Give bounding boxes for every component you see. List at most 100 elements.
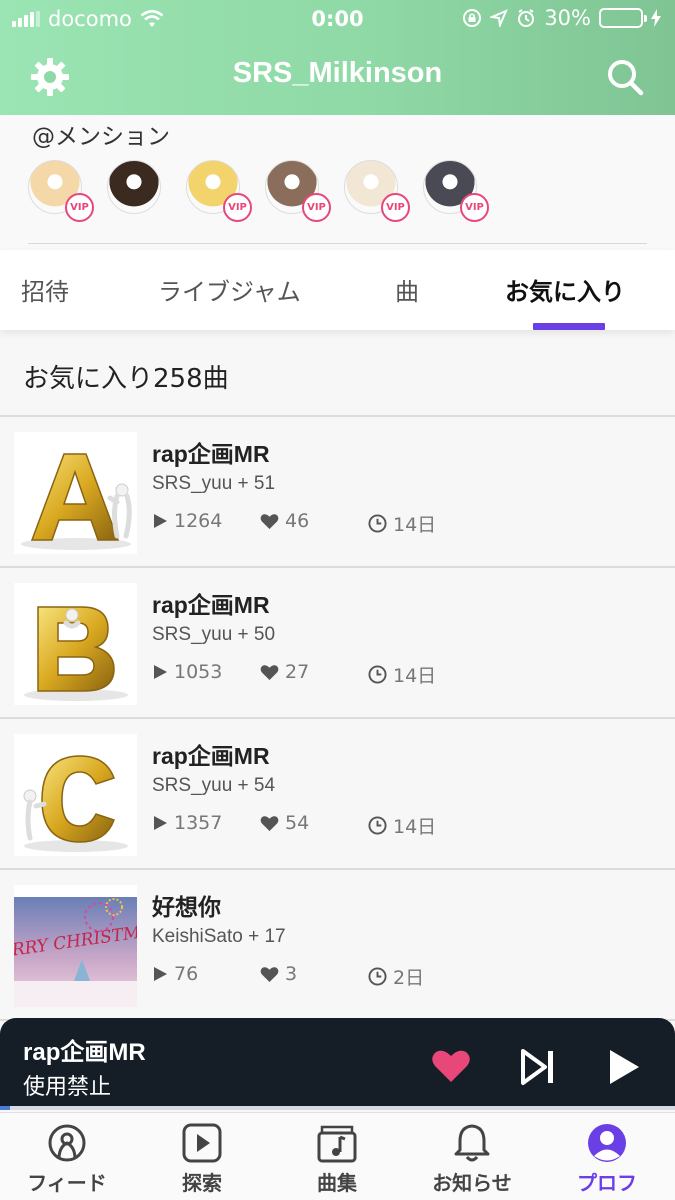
location-icon [490,9,509,27]
like-count: 54 [285,812,310,834]
status-bar: docomo 0:00 30% [0,0,675,38]
avatar[interactable]: VIP [423,160,489,222]
charging-icon [651,9,661,27]
song-list: rap企画MR SRS_yuu + 51 1264 46 14日 rap企画MR… [0,417,675,1021]
play-count-icon [154,514,167,528]
vip-badge: VIP [460,193,489,222]
song-artist: SRS_yuu + 54 [152,775,276,796]
tab-label: 探索 [182,1171,222,1195]
page-title: SRS_Milkinson [232,57,443,89]
list-item[interactable]: rap企画MR SRS_yuu + 54 1357 54 14日 [0,719,675,870]
clock-icon [368,514,387,533]
song-title: rap企画MR [152,743,270,769]
list-item[interactable]: MERRY CHRISTMAS 好想你 KeishiSato + 17 76 3… [0,870,675,1021]
play-count-icon [154,816,167,830]
tab-label: プロフ [577,1171,637,1195]
play-count: 1053 [174,661,223,683]
tab-profile[interactable]: プロフ [547,1123,667,1196]
tab-notifications[interactable]: お知らせ [412,1123,532,1196]
tab-songs[interactable]: 曲 [395,272,419,307]
heart-icon[interactable] [431,1048,471,1084]
divider [28,243,647,244]
song-stats: 76 3 2日 [152,963,652,989]
clock-icon [368,665,387,684]
active-tab-indicator [533,323,605,330]
song-stats: 1264 46 14日 [152,510,652,536]
songbook-icon [317,1125,357,1163]
tab-feed[interactable]: フィード [7,1123,127,1196]
battery-icon [599,8,647,28]
song-artwork [14,734,137,856]
tab-songbook[interactable]: 曲集 [277,1123,397,1196]
list-item[interactable]: rap企画MR SRS_yuu + 50 1053 27 14日 [0,568,675,719]
song-artwork [14,583,137,705]
avatar[interactable]: VIP [186,160,252,222]
song-age: 14日 [393,665,437,687]
play-count-icon [154,665,167,679]
song-artwork [14,432,137,554]
explore-play-icon [182,1123,222,1163]
play-icon[interactable] [607,1048,641,1086]
avatar[interactable]: VIP [344,160,410,222]
mentions-label: @メンション [32,124,170,150]
vip-badge: VIP [65,193,94,222]
feed-icon [48,1124,86,1162]
avatar[interactable] [107,160,161,214]
clock-icon [368,967,387,986]
clock-icon [368,816,387,835]
heart-icon [260,664,279,680]
vip-badge: VIP [381,193,410,222]
alarm-icon [518,9,535,27]
song-artist: SRS_yuu + 51 [152,473,276,494]
player-subtitle: 使用禁止 [23,1075,112,1100]
song-title: 好想你 [152,894,221,920]
tab-label: フィード [27,1171,107,1195]
skip-next-icon[interactable] [520,1048,556,1086]
song-title: rap企画MR [152,592,270,618]
favorites-count: お気に入り258曲 [23,364,229,394]
profile-tabs: 招待 ライブジャム 曲 お気に入り [0,250,675,330]
rotation-lock-icon [463,9,482,27]
heart-icon [260,966,279,982]
like-count: 3 [285,963,298,985]
profile-icon [588,1124,626,1162]
tab-label: お知らせ [432,1171,512,1195]
battery-percent: 30% [544,6,591,30]
avatar[interactable]: VIP [265,160,331,222]
play-count: 1264 [174,510,223,532]
heart-icon [260,513,279,529]
play-count-icon [154,967,167,981]
avatar[interactable]: VIP [28,160,94,222]
mentions-section: @メンション VIP VIP VIP VIP VIP [0,115,675,250]
song-stats: 1053 27 14日 [152,661,652,687]
playback-progress[interactable] [0,1106,675,1110]
song-age: 2日 [393,967,425,989]
mini-player[interactable]: rap企画MR 使用禁止 [0,1018,675,1110]
vip-badge: VIP [223,193,252,222]
tab-label: 曲集 [317,1171,357,1195]
tab-invite[interactable]: 招待 [21,272,69,307]
tab-explore[interactable]: 探索 [142,1123,262,1196]
search-icon[interactable] [605,57,645,97]
like-count: 27 [285,661,310,683]
song-artwork: MERRY CHRISTMAS [14,885,137,1007]
play-count: 1357 [174,812,223,834]
song-age: 14日 [393,514,437,536]
tab-favorites[interactable]: お気に入り [505,272,625,307]
bottom-tab-bar: フィード 探索 曲集 お知らせ プロフ [0,1112,675,1200]
song-artist: KeishiSato + 17 [152,926,286,947]
player-title: rap企画MR [23,1039,146,1066]
app-header: docomo 0:00 30% SRS_Milkinson [0,0,675,115]
avatar-image [107,160,161,214]
list-item[interactable]: rap企画MR SRS_yuu + 51 1264 46 14日 [0,417,675,568]
tab-live-jam[interactable]: ライブジャム [158,272,301,307]
song-age: 14日 [393,816,437,838]
song-stats: 1357 54 14日 [152,812,652,838]
heart-icon [260,815,279,831]
bell-icon [454,1124,490,1162]
play-count: 76 [174,963,199,985]
song-artist: SRS_yuu + 50 [152,624,276,645]
vip-badge: VIP [302,193,331,222]
song-title: rap企画MR [152,441,270,467]
like-count: 46 [285,510,310,532]
